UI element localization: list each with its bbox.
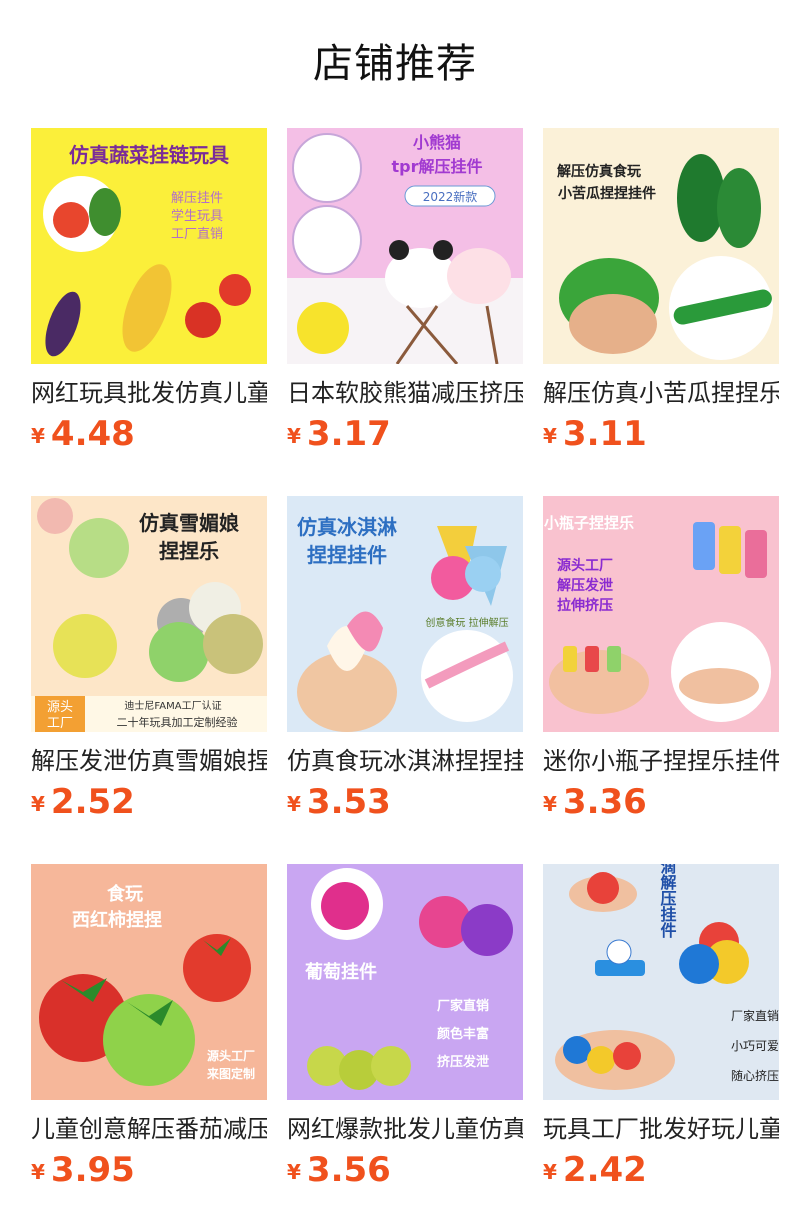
product-image[interactable]: 小熊猫 tpr解压挂件 2022新款 [287,128,523,364]
svg-text:小水滴解压挂件: 小水滴解压挂件 [658,864,677,939]
svg-text:西红柿捏捏: 西红柿捏捏 [72,909,162,931]
svg-text:仿真雪媚娘: 仿真雪媚娘 [139,511,239,535]
currency-symbol: ¥ [543,424,557,448]
product-title[interactable]: 仿真食玩冰淇淋捏捏挂 [287,744,523,778]
currency-symbol: ¥ [31,792,45,816]
svg-text:捏捏挂件: 捏捏挂件 [307,543,387,567]
svg-text:随心挤压: 随心挤压 [731,1068,779,1083]
svg-text:食玩: 食玩 [106,883,143,905]
product-title[interactable]: 迷你小瓶子捏捏乐挂件 [543,744,779,778]
product-image-ice-cream: 仿真冰淇淋 捏捏挂件 创意食玩 拉伸解压 [287,496,523,732]
currency-symbol: ¥ [543,1160,557,1184]
price-value: 3.17 [306,414,391,454]
product-image[interactable]: 小水滴解压挂件 厂家直销 小巧可爱 随心挤压 [543,864,779,1100]
product-title[interactable]: 日本软胶熊猫减压挤压 [287,376,523,410]
svg-text:小瓶子捏捏乐: 小瓶子捏捏乐 [544,514,634,532]
price-value: 2.52 [50,782,135,822]
currency-symbol: ¥ [543,792,557,816]
svg-text:葡萄挂件: 葡萄挂件 [304,961,377,983]
product-title[interactable]: 解压仿真小苦瓜捏捏乐 [543,376,779,410]
svg-text:创意食玩 拉伸解压: 创意食玩 拉伸解压 [425,616,508,629]
svg-text:仿真冰淇淋: 仿真冰淇淋 [297,515,397,539]
product-price: ¥2.42 [543,1150,647,1194]
product-image-mochi: 仿真雪媚娘 捏捏乐 源头 工厂 迪士尼FAMA工厂认证 二十年玩具加工定制经验 [31,496,267,732]
currency-symbol: ¥ [287,792,301,816]
product-title[interactable]: 网红爆款批发儿童仿真 [287,1112,523,1146]
svg-text:二十年玩具加工定制经验: 二十年玩具加工定制经验 [117,715,238,729]
svg-text:小苦瓜捏捏挂件: 小苦瓜捏捏挂件 [558,185,656,202]
svg-text:厂家直销: 厂家直销 [437,998,489,1014]
currency-symbol: ¥ [287,1160,301,1184]
product-image[interactable]: 解压仿真食玩 小苦瓜捏捏挂件 [543,128,779,364]
currency-symbol: ¥ [31,1160,45,1184]
svg-text:捏捏乐: 捏捏乐 [159,539,219,563]
price-value: 3.95 [50,1150,135,1190]
svg-text:学生玩具: 学生玩具 [171,208,223,224]
product-price: ¥3.36 [543,782,647,826]
product-image-grapes: 葡萄挂件 厂家直销 颜色丰富 挤压发泄 [287,864,523,1100]
svg-text:来图定制: 来图定制 [206,1066,255,1081]
product-price: ¥3.56 [287,1150,391,1194]
price-value: 3.11 [562,414,647,454]
product-image[interactable]: 仿真蔬菜挂链玩具 解压挂件 学生玩具 工厂直销 [31,128,267,364]
product-price: ¥3.17 [287,414,391,458]
svg-text:解压仿真食玩: 解压仿真食玩 [557,163,641,180]
svg-text:2022新款: 2022新款 [423,189,478,204]
price-value: 3.56 [306,1150,391,1190]
svg-text:小熊猫: 小熊猫 [413,133,461,152]
product-title[interactable]: 解压发泄仿真雪媚娘捏 [31,744,267,778]
product-price: ¥4.48 [31,414,135,458]
product-image-vegetables: 仿真蔬菜挂链玩具 解压挂件 学生玩具 工厂直销 [31,128,267,364]
currency-symbol: ¥ [31,424,45,448]
svg-text:厂家直销: 厂家直销 [731,1008,779,1023]
price-value: 2.42 [562,1150,647,1190]
price-value: 4.48 [50,414,135,454]
product-title[interactable]: 网红玩具批发仿真儿童 [31,376,267,410]
svg-text:迪士尼FAMA工厂认证: 迪士尼FAMA工厂认证 [124,699,221,712]
svg-text:源头工厂: 源头工厂 [557,557,613,574]
svg-text:解压发泄: 解压发泄 [557,577,613,594]
price-value: 3.36 [562,782,647,822]
page-title: 店铺推荐 [313,41,477,87]
product-title[interactable]: 儿童创意解压番茄减压 [31,1112,267,1146]
svg-text:小巧可爱: 小巧可爱 [731,1039,779,1053]
svg-text:tpr解压挂件: tpr解压挂件 [392,157,483,176]
product-price: ¥2.52 [31,782,135,826]
product-price: ¥3.95 [31,1150,135,1194]
product-image[interactable]: 葡萄挂件 厂家直销 颜色丰富 挤压发泄 [287,864,523,1100]
product-image-tomato: 食玩 西红柿捏捏 源头工厂 来图定制 [31,864,267,1100]
product-image-water-drops: 小水滴解压挂件 厂家直销 小巧可爱 随心挤压 [543,864,779,1100]
svg-text:工厂: 工厂 [47,716,73,731]
product-image[interactable]: 食玩 西红柿捏捏 源头工厂 来图定制 [31,864,267,1100]
product-image[interactable]: 小瓶子捏捏乐 源头工厂 解压发泄 拉伸挤压 [543,496,779,732]
svg-text:颜色丰富: 颜色丰富 [437,1026,489,1042]
product-price: ¥3.53 [287,782,391,826]
svg-text:源头工厂: 源头工厂 [207,1048,255,1063]
price-value: 3.53 [306,782,391,822]
product-image[interactable]: 仿真雪媚娘 捏捏乐 源头 工厂 迪士尼FAMA工厂认证 二十年玩具加工定制经验 [31,496,267,732]
currency-symbol: ¥ [287,424,301,448]
image-headline: 仿真蔬菜挂链玩具 [69,143,229,167]
svg-text:工厂直销: 工厂直销 [171,227,223,242]
svg-text:源头: 源头 [47,700,73,715]
svg-text:解压挂件: 解压挂件 [171,191,223,206]
product-image-bitter-melon: 解压仿真食玩 小苦瓜捏捏挂件 [543,128,779,364]
product-image-bottles: 小瓶子捏捏乐 源头工厂 解压发泄 拉伸挤压 [543,496,779,732]
svg-text:挤压发泄: 挤压发泄 [437,1054,489,1070]
product-price: ¥3.11 [543,414,647,458]
svg-text:拉伸挤压: 拉伸挤压 [557,597,613,614]
product-image[interactable]: 仿真冰淇淋 捏捏挂件 创意食玩 拉伸解压 [287,496,523,732]
product-image-panda: 小熊猫 tpr解压挂件 2022新款 [287,128,523,364]
product-title[interactable]: 玩具工厂批发好玩儿童 [543,1112,779,1146]
